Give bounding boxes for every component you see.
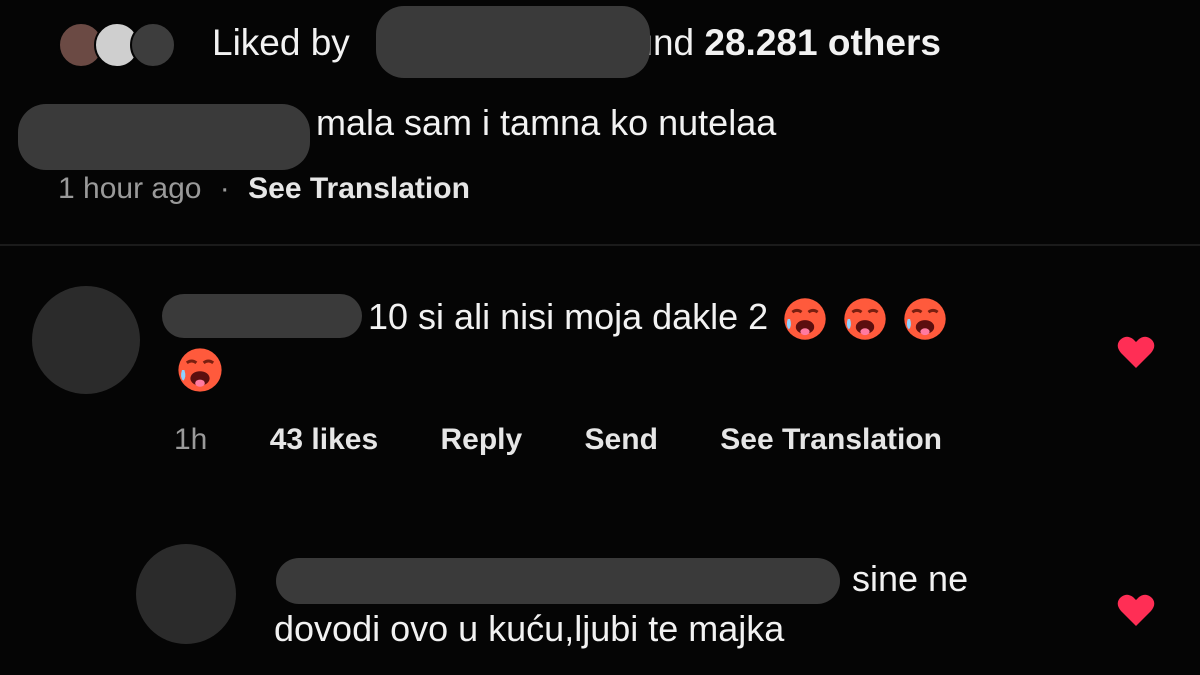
caption-meta: 1 hour ago · See Translation — [58, 171, 470, 207]
redacted-commenter — [276, 558, 840, 604]
comment-see-translation[interactable]: See Translation — [720, 423, 942, 456]
liker-avatar — [130, 22, 176, 68]
liker-avatars[interactable] — [58, 18, 198, 68]
reply-button[interactable]: Reply — [441, 423, 523, 456]
comment-avatar[interactable] — [136, 544, 236, 644]
redacted-commenter — [162, 294, 362, 338]
hot-face-emoji — [784, 298, 826, 341]
hot-face-emoji — [904, 298, 946, 341]
comment-text-line-2: dovodi ovo u kuću,ljubi te majka — [274, 608, 785, 649]
caption-see-translation[interactable]: See Translation — [248, 172, 470, 205]
send-button[interactable]: Send — [585, 423, 658, 456]
comment-time: 1h — [174, 423, 208, 456]
likes-count[interactable]: 28.281 others — [704, 22, 941, 63]
redacted-author — [18, 104, 310, 170]
like-heart-icon[interactable] — [1116, 334, 1156, 370]
hot-face-emoji — [844, 298, 886, 341]
comment-avatar[interactable] — [32, 286, 140, 394]
comment-likes-count[interactable]: 43 likes — [270, 423, 378, 456]
comment-text-line-1: sine ne — [852, 558, 969, 599]
comment-text: 10 si ali nisi moja dakle 2 — [368, 294, 948, 342]
meta-separator: · — [219, 172, 230, 205]
liked-by-prefix: Liked by — [212, 22, 350, 63]
caption-text: mala sam i tamna ko nutelaa — [316, 102, 777, 143]
hot-face-emoji — [178, 348, 222, 392]
like-heart-icon[interactable] — [1116, 592, 1156, 628]
caption-time: 1 hour ago — [58, 172, 202, 205]
comment-actions: 1h 43 likes Reply Send See Translation — [174, 422, 996, 458]
redacted-username — [376, 6, 650, 78]
divider — [0, 244, 1200, 246]
